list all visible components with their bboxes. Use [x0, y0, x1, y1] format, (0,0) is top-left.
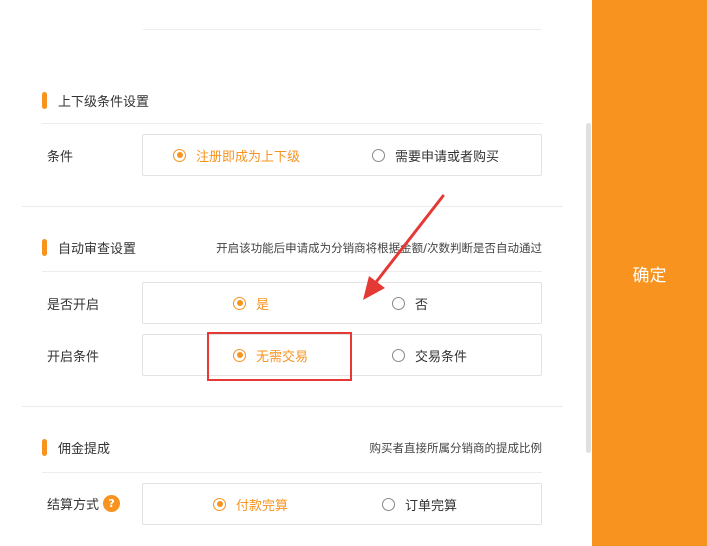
row-label-enable: 是否开启 — [47, 298, 100, 313]
radio-group-enable: 是 否 — [142, 282, 542, 324]
divider — [42, 271, 542, 272]
radio-option-yes[interactable]: 是 — [233, 283, 269, 323]
section-marker-icon — [42, 238, 47, 256]
radio-icon — [233, 296, 246, 310]
divider — [42, 472, 542, 473]
radio-option-apply-or-buy[interactable]: 需要申请或者购买 — [372, 135, 499, 175]
section-title-hierarchy: 上下级条件设置 — [42, 90, 149, 110]
annotation-arrow-icon — [363, 194, 445, 300]
radio-group-condition: 注册即成为上下级 需要申请或者购买 — [142, 134, 542, 176]
help-icon[interactable]: ? — [103, 495, 121, 512]
radio-option-register[interactable]: 注册即成为上下级 — [173, 135, 300, 175]
confirm-button[interactable]: 确定 — [592, 0, 707, 546]
radio-option-order-complete[interactable]: 订单完算 — [382, 484, 457, 524]
radio-icon — [213, 497, 226, 511]
section-hint-commission: 购买者直接所属分销商的提成比例 — [369, 441, 543, 455]
section-title-commission: 佣金提成 — [42, 437, 110, 457]
divider — [22, 206, 563, 207]
divider — [42, 123, 542, 124]
section-marker-icon — [42, 438, 47, 456]
radio-group-settlement: 付款完算 订单完算 — [142, 483, 542, 525]
radio-option-pay-complete[interactable]: 付款完算 — [213, 484, 288, 524]
radio-icon — [173, 148, 186, 162]
row-label-condition: 条件 — [47, 150, 74, 165]
radio-icon — [372, 148, 385, 162]
section-title-auto-review: 自动审查设置 — [42, 237, 136, 257]
radio-icon — [382, 497, 395, 511]
settings-panel: 上下级条件设置 条件 注册即成为上下级 需要申请或者购买 自动审查设置 开启该功… — [0, 0, 592, 546]
divider — [143, 29, 541, 30]
annotation-highlight-box — [207, 332, 352, 381]
scrollbar-thumb[interactable] — [586, 123, 591, 453]
row-label-enable-condition: 开启条件 — [47, 350, 100, 365]
section-marker-icon — [42, 91, 47, 109]
row-label-settlement: 结算方式 ? — [47, 494, 121, 513]
radio-option-transaction-condition[interactable]: 交易条件 — [392, 335, 467, 375]
radio-icon — [392, 348, 405, 362]
divider — [22, 406, 563, 407]
